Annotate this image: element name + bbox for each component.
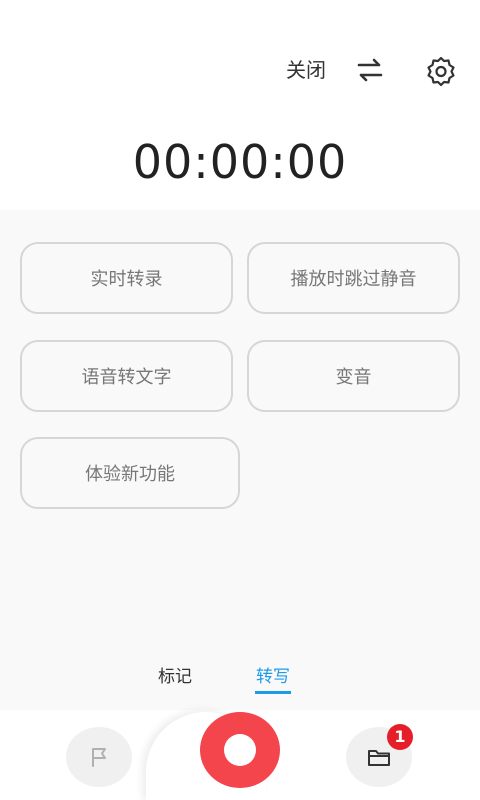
tab-mark[interactable]: 标记 <box>158 664 192 690</box>
realtime-transcribe-button[interactable]: 实时转录 <box>20 242 233 314</box>
skip-silence-button[interactable]: 播放时跳过静音 <box>247 242 460 314</box>
timer-display: 00:00:00 <box>132 135 348 189</box>
flag-icon <box>92 748 106 767</box>
tab-transcribe[interactable]: 转写 <box>256 664 290 690</box>
settings-button[interactable] <box>425 55 457 87</box>
swap-arrows-icon <box>357 58 383 82</box>
speech-to-text-button[interactable]: 语音转文字 <box>20 340 233 412</box>
record-button[interactable] <box>200 712 280 788</box>
feature-panel: 实时转录 播放时跳过静音 语音转文字 变音 体验新功能 <box>0 210 480 710</box>
voice-change-button[interactable]: 变音 <box>247 340 460 412</box>
tab-active-indicator <box>255 691 291 694</box>
try-new-features-button[interactable]: 体验新功能 <box>20 437 240 509</box>
swap-button[interactable] <box>355 55 385 85</box>
files-count-badge: 1 <box>387 724 413 750</box>
recorder-screen: 关闭 00:00:00 实时转录 播放时跳过静音 语音转文字 变音 体验新功能 … <box>0 0 480 800</box>
mark-button[interactable] <box>66 727 132 787</box>
record-dot-icon <box>224 734 256 766</box>
gear-icon <box>427 56 455 87</box>
folder-icon <box>368 750 390 766</box>
close-button[interactable]: 关闭 <box>286 55 326 85</box>
